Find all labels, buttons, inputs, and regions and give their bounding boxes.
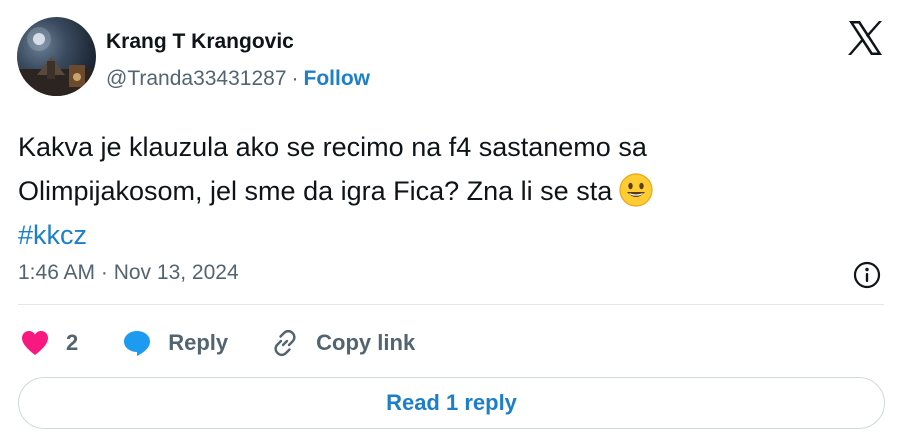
x-logo-icon[interactable] — [845, 18, 885, 58]
heart-icon — [18, 326, 52, 360]
author-handle[interactable]: @Tranda33431287 — [106, 67, 287, 90]
read-replies-button[interactable]: Read 1 reply — [18, 377, 885, 429]
tweet-text: Kakva je klauzula ako se recimo na f4 sa… — [18, 125, 878, 257]
like-count: 2 — [66, 330, 79, 355]
tweet-text-line-2-text: Olimpijakosom, jel sme da igra Fica? Zna… — [18, 176, 613, 206]
divider — [18, 304, 884, 305]
info-icon[interactable] — [852, 260, 882, 290]
copy-link-label: Copy link — [316, 330, 416, 355]
follow-button[interactable]: Follow — [304, 67, 371, 90]
tweet-text-line-2: Olimpijakosom, jel sme da igra Fica? Zna… — [18, 169, 878, 213]
action-bar: 2 Reply Copy link — [18, 324, 415, 362]
reply-button[interactable]: Reply — [120, 326, 228, 360]
smiling-face-emoji-icon — [618, 172, 654, 208]
avatar-image — [17, 27, 96, 96]
copy-link-button[interactable]: Copy link — [268, 326, 415, 360]
speech-bubble-icon — [120, 326, 154, 360]
hashtag-link[interactable]: #kkcz — [18, 213, 878, 257]
like-button[interactable]: 2 — [18, 326, 78, 360]
author-display-name[interactable]: Krang T Krangovic — [106, 30, 294, 54]
avatar[interactable] — [17, 17, 96, 96]
reply-label: Reply — [168, 330, 229, 355]
tweet-timestamp[interactable]: 1:46 AM · Nov 13, 2024 — [18, 261, 239, 285]
read-replies-label: Read 1 reply — [386, 390, 517, 415]
link-icon — [268, 326, 302, 360]
author-handle-row: @Tranda33431287 · Follow — [106, 67, 370, 91]
handle-separator: · — [291, 67, 299, 90]
tweet-text-line-1: Kakva je klauzula ako se recimo na f4 sa… — [18, 132, 647, 162]
